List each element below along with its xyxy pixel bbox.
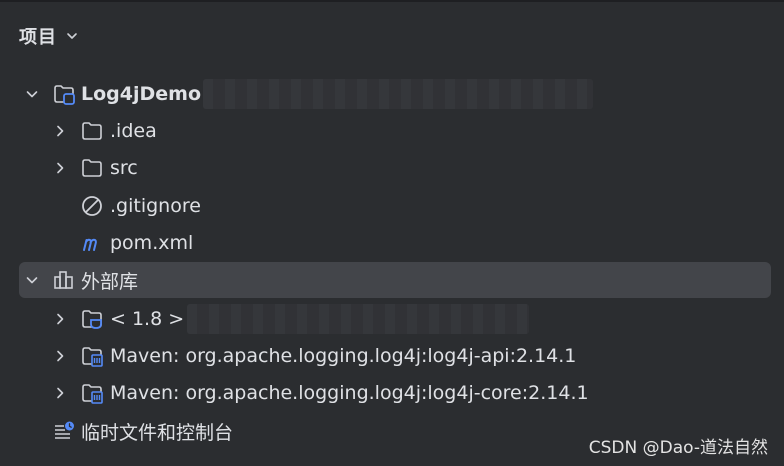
tree-item-project-root[interactable]: Log4jDemo	[19, 76, 771, 112]
chevron-right-icon[interactable]	[53, 312, 67, 326]
tree-item-label: < 1.8 >	[110, 308, 185, 330]
tree-item-label: Log4jDemo	[81, 83, 202, 105]
tree-item-external-libraries[interactable]: 外部库	[19, 262, 771, 298]
tree-item-src[interactable]: src	[19, 150, 771, 186]
top-border	[0, 0, 784, 2]
maven-m-icon	[80, 231, 104, 255]
tree-item-maven-log4j-api[interactable]: Maven: org.apache.logging.log4j:log4j-ap…	[19, 338, 771, 374]
chevron-right-icon[interactable]	[53, 161, 67, 175]
ignore-file-icon	[80, 194, 104, 218]
folder-icon	[80, 119, 104, 143]
scratches-icon	[52, 419, 76, 443]
chevron-down-icon[interactable]	[25, 273, 39, 287]
project-view-selector[interactable]: 项目	[19, 22, 79, 50]
chevron-down-icon	[67, 33, 77, 39]
tree-item-label: Maven: org.apache.logging.log4j:log4j-ap…	[110, 345, 577, 367]
tree-item-idea[interactable]: .idea	[19, 113, 771, 149]
tree-item-maven-log4j-core[interactable]: Maven: org.apache.logging.log4j:log4j-co…	[19, 375, 771, 411]
chevron-right-icon[interactable]	[53, 349, 67, 363]
tree-item-label: Maven: org.apache.logging.log4j:log4j-co…	[110, 382, 589, 404]
redacted-path	[187, 304, 529, 334]
tree-item-pom[interactable]: pom.xml	[19, 225, 771, 261]
tree-item-label: src	[110, 157, 138, 179]
maven-library-icon	[80, 381, 104, 405]
library-icon	[52, 268, 76, 292]
tree-item-label: .gitignore	[110, 195, 201, 217]
watermark: CSDN @Dao-道法自然	[588, 438, 768, 458]
tree-item-label: .idea	[110, 120, 157, 142]
chevron-down-icon[interactable]	[25, 87, 39, 101]
tree-item-label: pom.xml	[110, 232, 194, 254]
tree-item-jdk[interactable]: < 1.8 >	[19, 301, 771, 337]
panel-title: 项目	[19, 27, 57, 48]
tree-item-label: 临时文件和控制台	[81, 421, 234, 444]
tree-item-gitignore[interactable]: .gitignore	[19, 188, 771, 224]
module-folder-icon	[52, 82, 76, 106]
chevron-right-icon[interactable]	[53, 124, 67, 138]
folder-icon	[80, 156, 104, 180]
jdk-folder-icon	[80, 307, 104, 331]
redacted-path	[203, 79, 593, 109]
tree-item-label: 外部库	[81, 270, 139, 293]
chevron-right-icon[interactable]	[53, 386, 67, 400]
maven-library-icon	[80, 344, 104, 368]
